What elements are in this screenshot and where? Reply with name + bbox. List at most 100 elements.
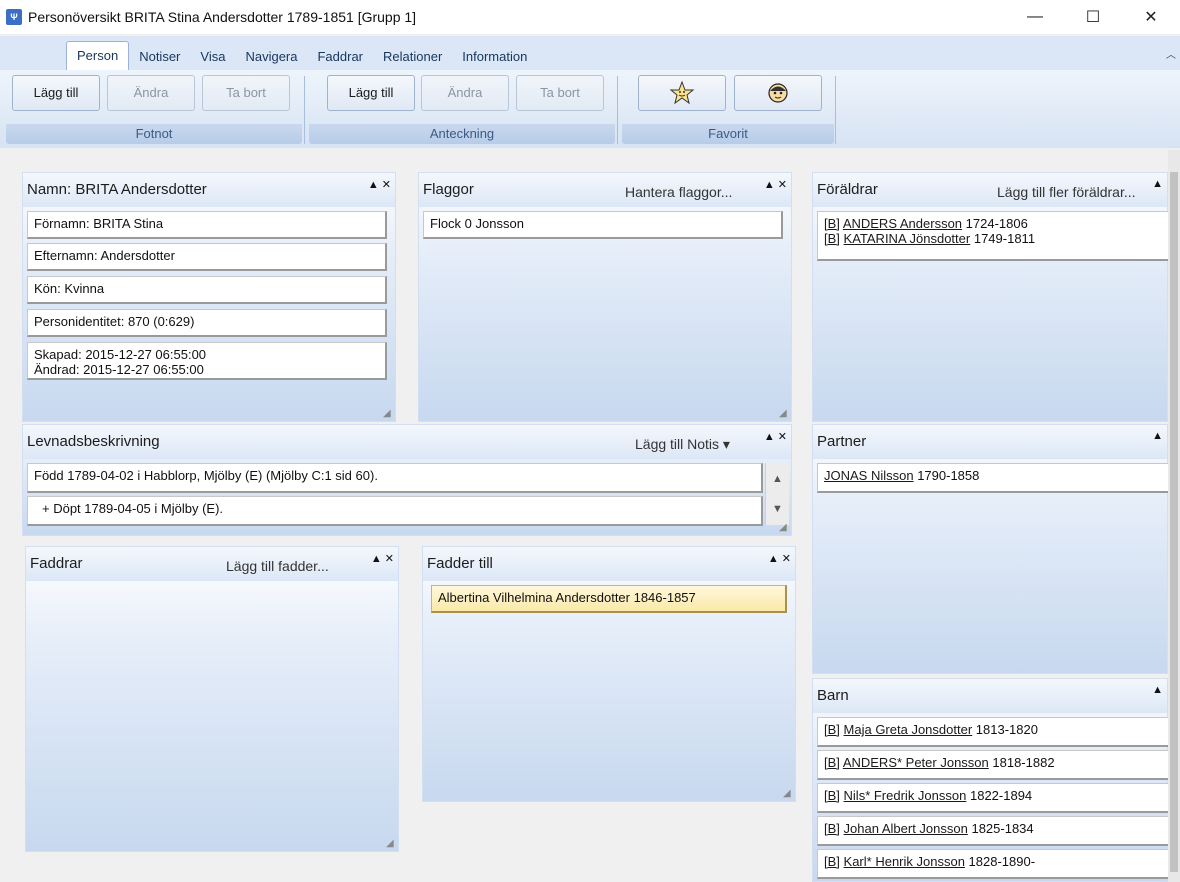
years-text: 1813-1820	[975, 722, 1038, 737]
fotnot-add-button[interactable]: Lägg till	[12, 75, 100, 111]
tag-link[interactable]: [B]	[824, 231, 840, 246]
collapse-close-icon[interactable]: ▲ ✕	[768, 552, 791, 565]
godchild-item[interactable]: Albertina Vilhelmina Andersdotter 1846-1…	[431, 585, 787, 613]
person-link[interactable]: ANDERS Andersson	[843, 216, 962, 231]
panel-title: Flaggor	[423, 181, 474, 198]
ribbon-tabs: Person Notiser Visa Navigera Faddrar Rel…	[0, 36, 1180, 70]
collapse-close-icon[interactable]: ▲ ✕	[371, 552, 394, 565]
tag-link[interactable]: [B]	[824, 854, 840, 869]
collapse-icon[interactable]: ▲	[1152, 684, 1163, 696]
manage-flags-link[interactable]: Hantera flaggor...	[625, 184, 732, 200]
panel-levnad: Levnadsbeskrivning Lägg till Notis ▾ ▲ ✕…	[22, 424, 792, 536]
person-link[interactable]: Nils* Fredrik Jonsson	[844, 788, 967, 803]
title-bar: Ψ Personöversikt BRITA Stina Andersdotte…	[0, 0, 1180, 34]
resize-grip-icon[interactable]: ◢	[386, 839, 396, 849]
years-text: 1825-1834	[971, 821, 1034, 836]
collapse-close-icon[interactable]: ▲ ✕	[764, 178, 787, 191]
anteckning-edit-button[interactable]: Ändra	[421, 75, 509, 111]
collapse-close-icon[interactable]: ▲ ✕	[368, 178, 391, 191]
panel-header: Levnadsbeskrivning Lägg till Notis ▾ ▲ ✕	[23, 425, 791, 459]
scroll-down-icon[interactable]: ▼	[766, 495, 789, 523]
flag-item[interactable]: Flock 0 Jonsson	[423, 211, 783, 239]
maximize-button[interactable]: ☐	[1064, 0, 1122, 34]
scroll-up-icon[interactable]: ▲	[766, 465, 789, 493]
tab-faddrar[interactable]: Faddrar	[307, 44, 373, 70]
person-link[interactable]: KATARINA Jönsdotter	[844, 231, 971, 246]
close-button[interactable]: ✕	[1122, 0, 1180, 34]
panel-title: Barn	[817, 687, 849, 704]
person-link[interactable]: Maja Greta Jonsdotter	[844, 722, 973, 737]
add-note-label: Lägg till Notis	[635, 436, 720, 452]
add-parents-link[interactable]: Lägg till fler föräldrar...	[997, 184, 1136, 200]
tag-link[interactable]: [B]	[824, 216, 840, 231]
child-item[interactable]: [B] Nils* Fredrik Jonsson 1822-1894	[817, 783, 1169, 813]
anteckning-remove-button[interactable]: Ta bort	[516, 75, 604, 111]
minimize-button[interactable]: —	[1006, 0, 1064, 34]
panel-header: Barn ▲	[813, 679, 1167, 713]
kon-field[interactable]: Kön: Kvinna	[27, 276, 387, 304]
person-link[interactable]: Karl* Henrik Jonsson	[844, 854, 965, 869]
panel-flaggor: Flaggor Hantera flaggor... ▲ ✕ Flock 0 J…	[418, 172, 792, 422]
efternamn-field[interactable]: Efternamn: Andersdotter	[27, 243, 387, 271]
group-separator	[304, 76, 305, 144]
favorite-star-button[interactable]	[638, 75, 726, 111]
tab-navigera[interactable]: Navigera	[235, 44, 307, 70]
group-label-anteckning: Anteckning	[309, 124, 615, 144]
scrollbar-thumb[interactable]	[1170, 172, 1178, 872]
collapse-icon[interactable]: ▲	[1152, 178, 1163, 190]
panel-fadder-till: Fadder till ▲ ✕ Albertina Vilhelmina And…	[422, 546, 796, 802]
list-item[interactable]: [B] ANDERS Andersson 1724-1806	[824, 216, 1163, 231]
content-area: Namn: BRITA Andersdotter ▲ ✕ Förnamn: BR…	[0, 150, 1180, 882]
tab-notiser[interactable]: Notiser	[129, 44, 190, 70]
child-item[interactable]: [B] Johan Albert Jonsson 1825-1834	[817, 816, 1169, 846]
panel-header: Faddrar Lägg till fadder... ▲ ✕	[26, 547, 398, 581]
person-link[interactable]: Johan Albert Jonsson	[844, 821, 968, 836]
collapse-close-icon[interactable]: ▲ ✕	[764, 430, 787, 443]
levnad-row[interactable]: Född 1789-04-02 i Habblorp, Mjölby (E) (…	[27, 463, 763, 493]
levnad-row[interactable]: + Döpt 1789-04-05 i Mjölby (E).	[27, 496, 763, 526]
tab-person[interactable]: Person	[66, 41, 130, 70]
group-label-fotnot: Fotnot	[6, 124, 302, 144]
group-anteckning: Lägg till Ändra Ta bort Anteckning	[309, 70, 615, 146]
tag-link[interactable]: [B]	[824, 788, 840, 803]
personid-field[interactable]: Personidentitet: 870 (0:629)	[27, 309, 387, 337]
fornamn-field[interactable]: Förnamn: BRITA Stina	[27, 211, 387, 239]
tag-link[interactable]: [B]	[824, 722, 840, 737]
fotnot-remove-button[interactable]: Ta bort	[202, 75, 290, 111]
window-controls: — ☐ ✕	[1006, 0, 1180, 34]
resize-grip-icon[interactable]: ◢	[779, 523, 789, 533]
favorite-person-button[interactable]	[734, 75, 822, 111]
tag-link[interactable]: [B]	[824, 821, 840, 836]
panel-barn: Barn ▲ [B] Maja Greta Jonsdotter 1813-18…	[812, 678, 1169, 882]
andrad-text: Ändrad: 2015-12-27 06:55:00	[34, 362, 204, 377]
tag-link[interactable]: [B]	[824, 755, 840, 770]
resize-grip-icon[interactable]: ◢	[783, 789, 793, 799]
child-item[interactable]: [B] ANDERS* Peter Jonsson 1818-1882	[817, 750, 1169, 780]
collapse-icon[interactable]: ▲	[1152, 430, 1163, 442]
list-item[interactable]: [B] KATARINA Jönsdotter 1749-1811	[824, 231, 1163, 246]
main-scrollbar[interactable]	[1168, 150, 1180, 882]
ribbon: Person Notiser Visa Navigera Faddrar Rel…	[0, 36, 1180, 148]
years-text: 1828-1890-	[968, 854, 1036, 869]
timestamps-field[interactable]: Skapad: 2015-12-27 06:55:00 Ändrad: 2015…	[27, 342, 387, 380]
panel-title: Partner	[817, 433, 867, 450]
anteckning-add-button[interactable]: Lägg till	[327, 75, 415, 111]
child-item[interactable]: [B] Maja Greta Jonsdotter 1813-1820	[817, 717, 1169, 747]
resize-grip-icon[interactable]: ◢	[779, 409, 789, 419]
add-godparent-link[interactable]: Lägg till fadder...	[226, 558, 329, 574]
levnad-scrollbar[interactable]: ▲ ▼	[765, 463, 789, 525]
face-icon	[768, 83, 788, 103]
group-label-favorit: Favorit	[622, 124, 834, 144]
tab-relationer[interactable]: Relationer	[373, 44, 452, 70]
resize-grip-icon[interactable]: ◢	[383, 409, 393, 419]
panel-faddrar: Faddrar Lägg till fadder... ▲ ✕ ◢	[25, 546, 399, 852]
partner-item[interactable]: JONAS Nilsson 1790-1858	[817, 463, 1169, 493]
ribbon-collapse-icon[interactable]: ︿	[1166, 46, 1176, 61]
fotnot-edit-button[interactable]: Ändra	[107, 75, 195, 111]
person-link[interactable]: JONAS Nilsson	[824, 468, 914, 483]
add-note-link[interactable]: Lägg till Notis ▾	[635, 436, 730, 453]
child-item[interactable]: [B] Karl* Henrik Jonsson 1828-1890-	[817, 849, 1169, 879]
tab-visa[interactable]: Visa	[190, 44, 235, 70]
tab-information[interactable]: Information	[452, 44, 537, 70]
person-link[interactable]: ANDERS* Peter Jonsson	[843, 755, 989, 770]
